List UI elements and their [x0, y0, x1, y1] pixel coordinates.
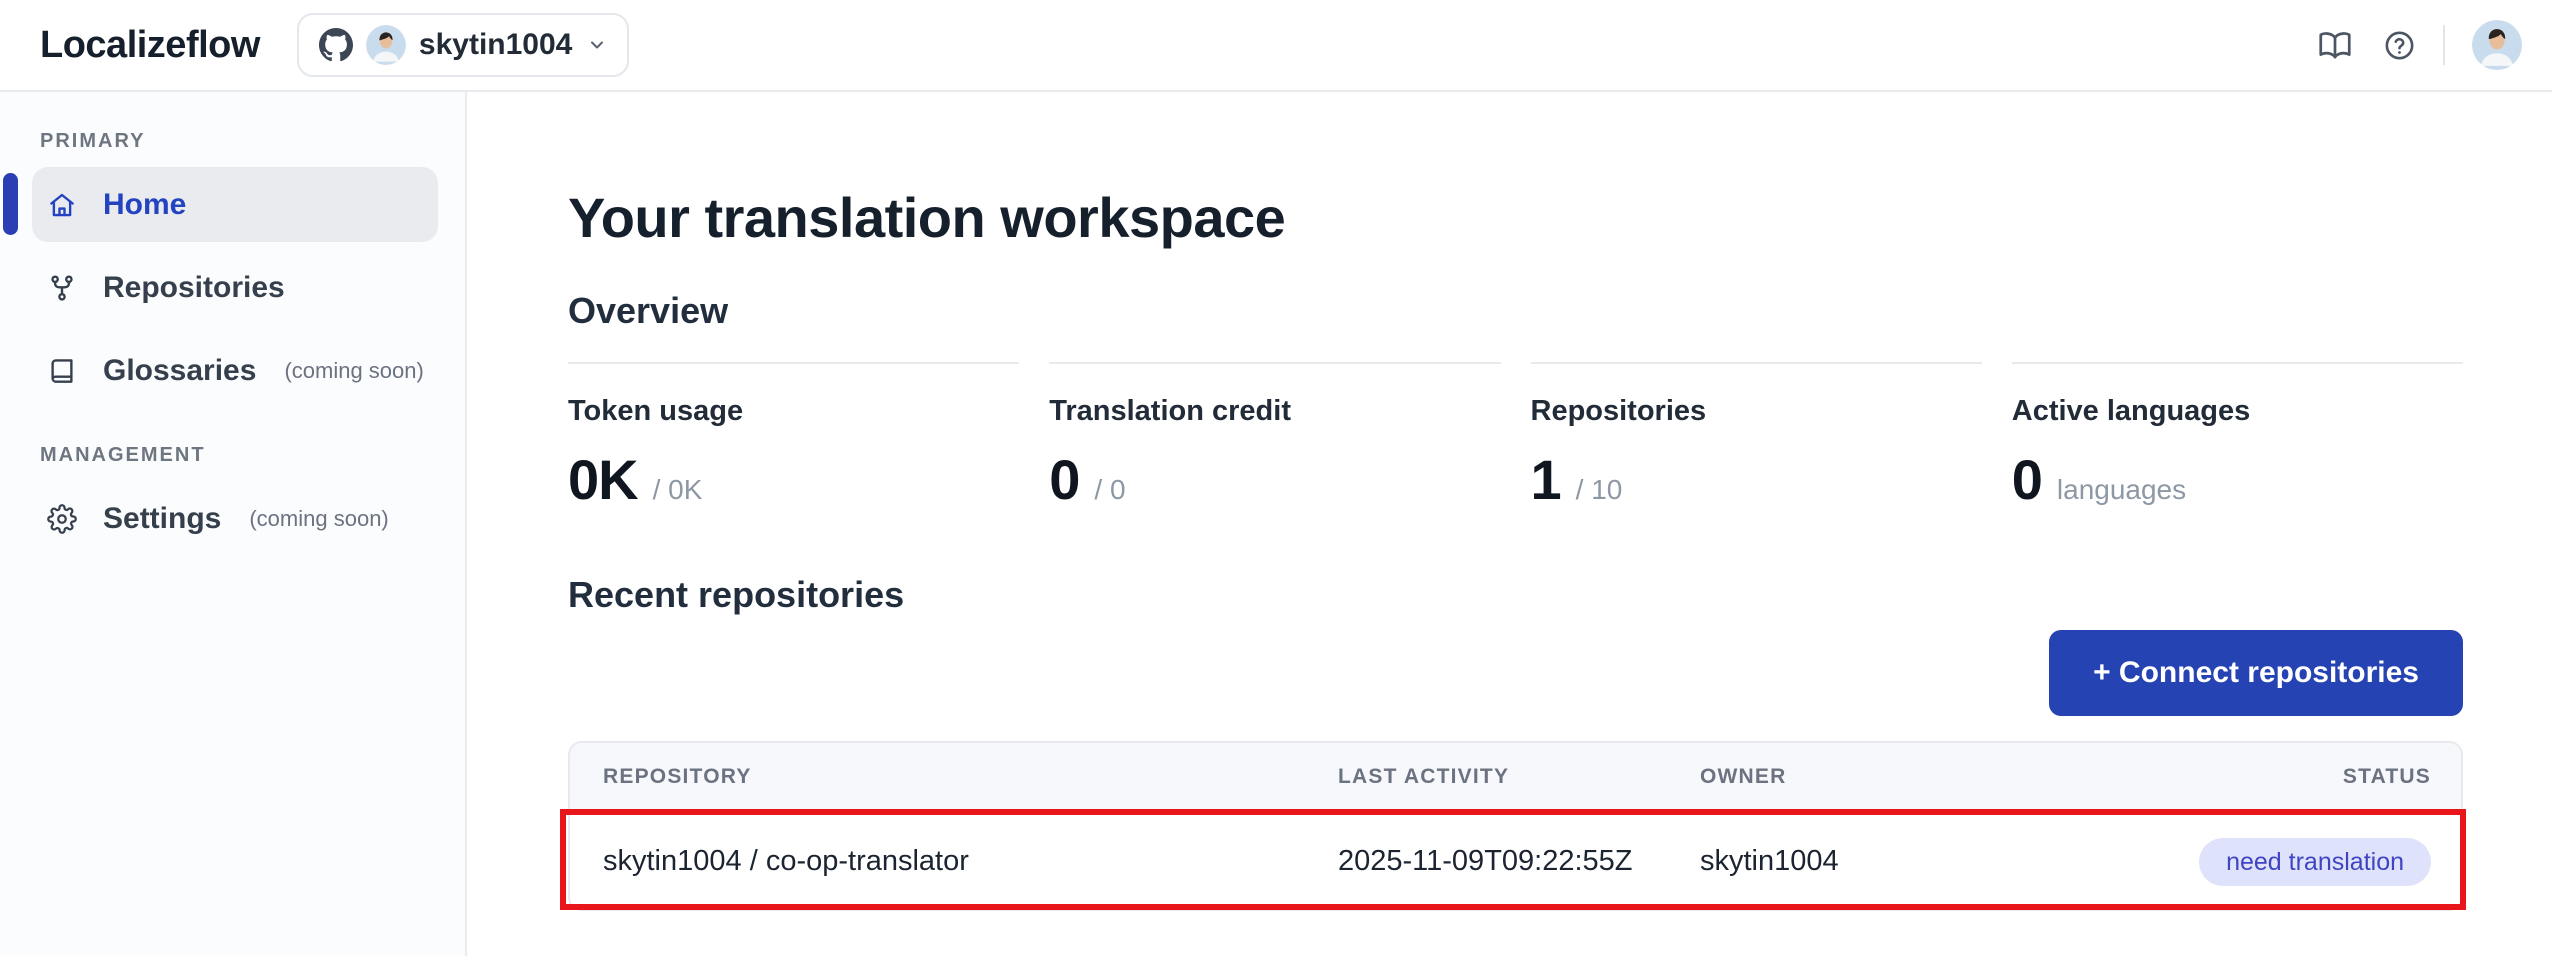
account-avatar [366, 25, 406, 65]
stat-repositories: Repositories 1 / 10 [1531, 362, 1982, 512]
account-username: skytin1004 [419, 28, 572, 62]
cell-owner: skytin1004 [1700, 845, 2199, 878]
column-header-repository: REPOSITORY [603, 765, 1338, 789]
stat-suffix: / 10 [1576, 474, 1623, 506]
column-header-owner: OWNER [1700, 765, 2343, 789]
status-badge: need translation [2199, 838, 2431, 886]
sidebar-item-label: Home [103, 188, 186, 222]
main-content: Your translation workspace Overview Toke… [467, 92, 2552, 956]
account-switcher[interactable]: skytin1004 [297, 13, 629, 77]
sidebar-item-settings[interactable]: Settings (coming soon) [32, 481, 438, 556]
recent-repositories-heading: Recent repositories [568, 574, 2463, 616]
chevron-down-icon [587, 35, 607, 55]
user-avatar[interactable] [2472, 20, 2522, 70]
house-icon [47, 190, 77, 220]
book-icon [47, 356, 77, 386]
stat-active-languages: Active languages 0 languages [2012, 362, 2463, 512]
cell-last-activity: 2025-11-09T09:22:55Z [1338, 845, 1700, 878]
coming-soon-label: (coming soon) [284, 358, 423, 384]
connect-repositories-button[interactable]: + Connect repositories [2049, 630, 2463, 716]
header-actions [2317, 20, 2522, 70]
overview-heading: Overview [568, 290, 2463, 332]
sidebar: PRIMARY Home Repositories [0, 92, 467, 956]
stat-label: Token usage [568, 395, 1019, 428]
table-row[interactable]: skytin1004 / co-op-translator 2025-11-09… [570, 813, 2461, 909]
app-window: Localizeflow skytin1004 [0, 0, 2552, 956]
cell-status: need translation [2199, 845, 2431, 878]
book-open-icon [2317, 27, 2353, 63]
github-icon [319, 28, 353, 62]
sidebar-section-management: MANAGEMENT [40, 444, 465, 467]
sidebar-item-glossaries[interactable]: Glossaries (coming soon) [32, 333, 438, 408]
stat-translation-credit: Translation credit 0 / 0 [1049, 362, 1500, 512]
stat-suffix: / 0K [653, 474, 703, 506]
stat-suffix: / 0 [1094, 474, 1125, 506]
sidebar-item-label: Settings [103, 502, 221, 536]
repositories-table-wrap: REPOSITORY LAST ACTIVITY OWNER STATUS sk… [568, 741, 2463, 911]
app-logo[interactable]: Localizeflow [40, 24, 260, 67]
help-button[interactable] [2383, 29, 2416, 62]
gear-icon [47, 504, 77, 534]
stat-suffix: languages [2057, 474, 2186, 506]
docs-button[interactable] [2317, 27, 2353, 63]
stat-value: 0 [2012, 447, 2042, 512]
page-title: Your translation workspace [568, 186, 2463, 250]
sidebar-item-home[interactable]: Home [32, 167, 438, 242]
sidebar-section-primary: PRIMARY [40, 130, 465, 153]
table-header-row: REPOSITORY LAST ACTIVITY OWNER STATUS [570, 743, 2461, 813]
sidebar-item-repositories[interactable]: Repositories [32, 250, 438, 325]
stat-label: Active languages [2012, 395, 2463, 428]
cell-repository: skytin1004 / co-op-translator [603, 845, 1338, 878]
header-divider [2443, 25, 2445, 65]
stat-value: 0 [1049, 447, 1079, 512]
column-header-last-activity: LAST ACTIVITY [1338, 765, 1700, 789]
stat-value: 1 [1531, 447, 1561, 512]
stat-token-usage: Token usage 0K / 0K [568, 362, 1019, 512]
active-indicator-bar [3, 173, 18, 235]
recent-toolbar: + Connect repositories [568, 630, 2463, 716]
stat-label: Translation credit [1049, 395, 1500, 428]
column-header-status: STATUS [2343, 765, 2431, 789]
question-circle-icon [2383, 29, 2416, 62]
stat-value: 0K [568, 447, 638, 512]
git-fork-icon [47, 273, 77, 303]
coming-soon-label: (coming soon) [249, 506, 388, 532]
repositories-table: REPOSITORY LAST ACTIVITY OWNER STATUS sk… [568, 741, 2463, 911]
stat-label: Repositories [1531, 395, 1982, 428]
top-header: Localizeflow skytin1004 [0, 0, 2552, 92]
sidebar-item-label: Repositories [103, 271, 285, 305]
sidebar-item-label: Glossaries [103, 354, 256, 388]
overview-stats: Token usage 0K / 0K Translation credit 0… [568, 362, 2463, 512]
